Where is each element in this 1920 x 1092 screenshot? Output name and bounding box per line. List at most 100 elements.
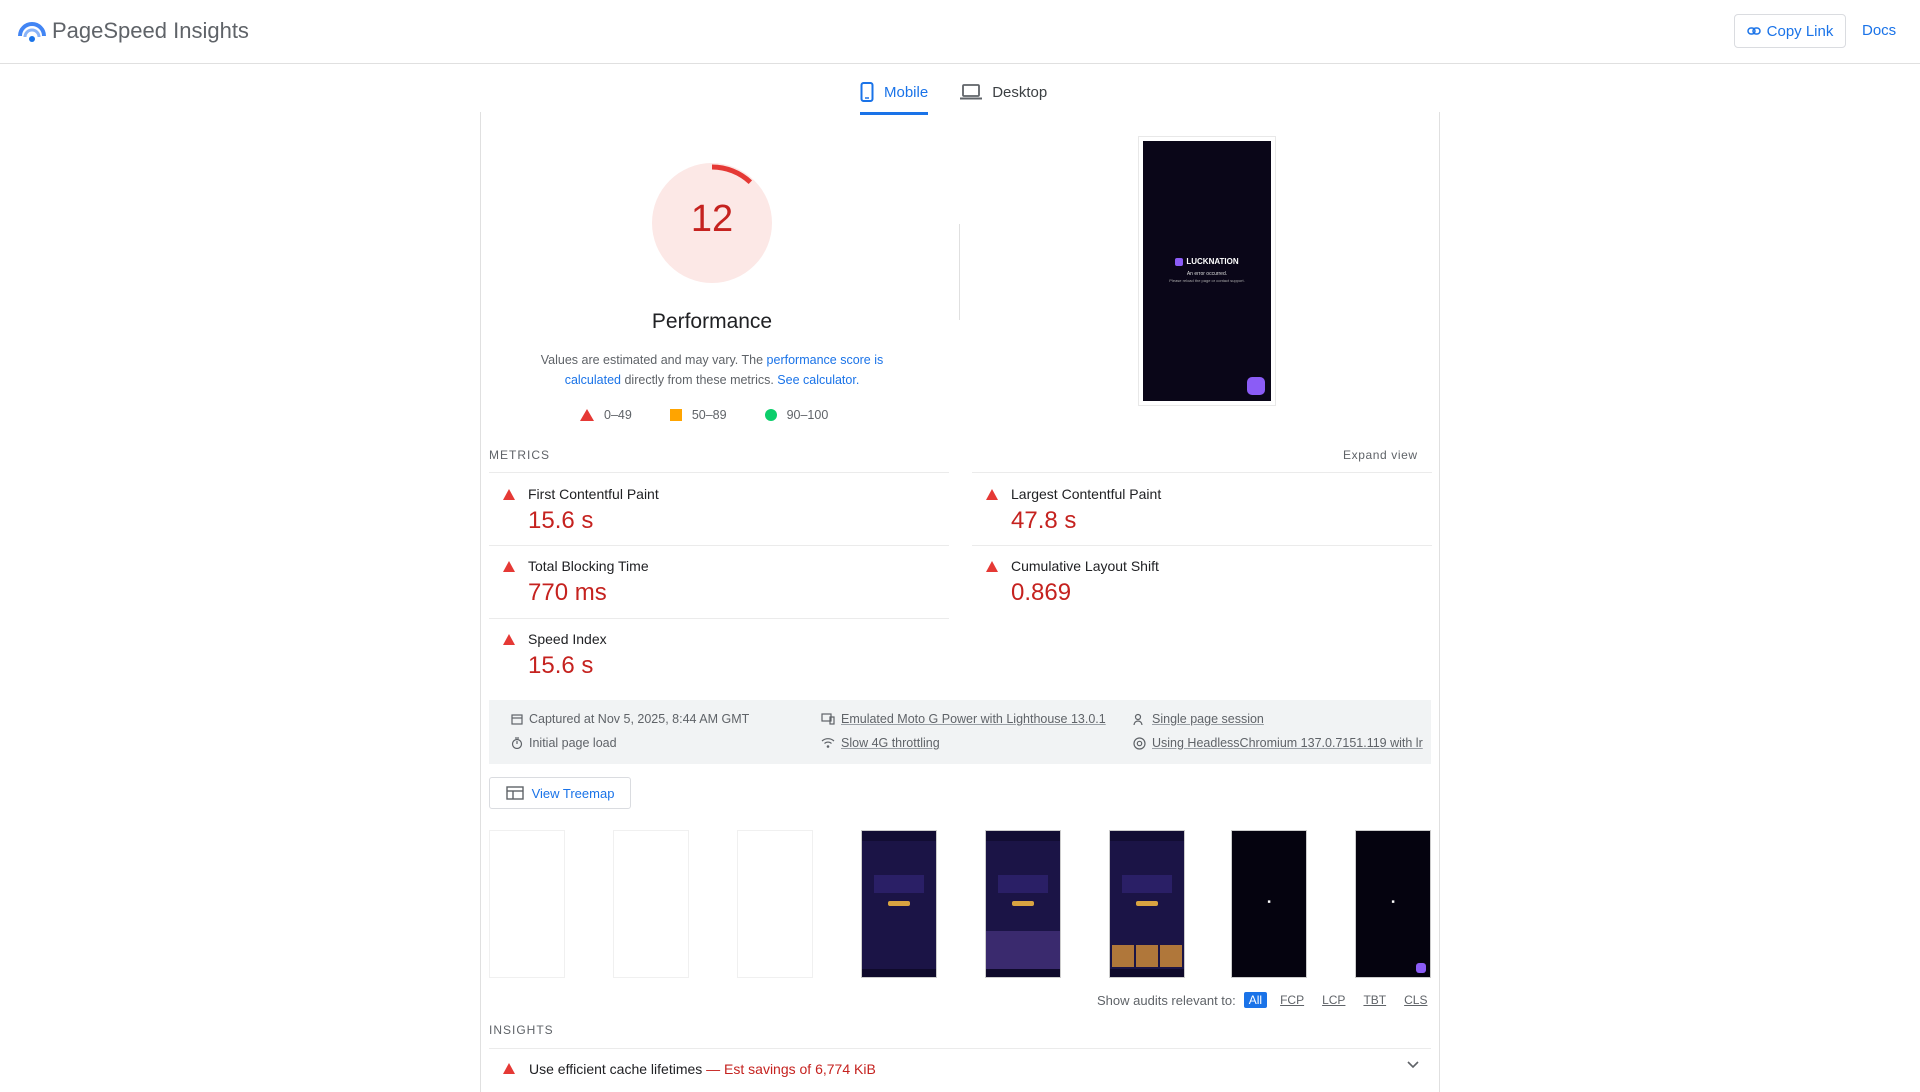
metric-name: Cumulative Layout Shift: [1011, 558, 1159, 574]
calendar-icon: [511, 714, 523, 725]
insight-row[interactable]: Use efficient cache lifetimes — Est savi…: [489, 1048, 1431, 1080]
screenshot-error-title: An error occurred.: [1186, 271, 1228, 277]
view-treemap-button[interactable]: View Treemap: [489, 777, 631, 809]
frame-header: [862, 831, 936, 841]
legend-pass-label: 90–100: [786, 408, 829, 422]
expand-view-button[interactable]: Expand view: [1343, 448, 1418, 462]
fail-triangle-icon: [503, 1063, 515, 1074]
session-type-text: Single page session: [1152, 712, 1264, 726]
pagespeed-logo-icon: [18, 22, 46, 42]
metrics-section-label: METRICS: [489, 448, 550, 462]
filmstrip-frame: [861, 830, 937, 978]
view-treemap-label: View Treemap: [531, 785, 615, 801]
performance-description: Values are estimated and may vary. The p…: [530, 350, 894, 390]
browser-version-text: Using HeadlessChromium 137.0.7151.119 wi…: [1152, 736, 1423, 750]
browser-version[interactable]: Using HeadlessChromium 137.0.7151.119 wi…: [1133, 736, 1423, 750]
metric-largest-contentful-paint: Largest Contentful Paint 47.8 s: [986, 486, 1426, 540]
mobile-phone-icon: [860, 82, 874, 102]
insight-savings: — Est savings of 6,774 KiB: [702, 1061, 876, 1077]
metric-name: First Contentful Paint: [528, 486, 659, 502]
filter-chip-fcp[interactable]: FCP: [1275, 992, 1309, 1008]
desc-prefix: Values are estimated and may vary. The: [540, 353, 767, 367]
metric-value: 47.8 s: [1011, 507, 1077, 534]
fail-triangle-icon: [986, 561, 998, 572]
docs-link[interactable]: Docs: [1862, 22, 1896, 39]
chevron-down-icon[interactable]: [1407, 1061, 1419, 1069]
final-screenshot: LUCKNATION An error occurred. Please rel…: [1138, 136, 1276, 406]
score-legend: 0–49 50–89 90–100: [580, 408, 828, 422]
filter-chip-lcp[interactable]: LCP: [1317, 992, 1350, 1008]
chat-bubble-icon: [1416, 963, 1426, 973]
insights-section-label: INSIGHTS: [489, 1023, 554, 1037]
desc-mid: directly from these metrics.: [621, 373, 778, 387]
initial-page-load-text: Initial page load: [529, 736, 617, 750]
fail-triangle-icon: [503, 634, 515, 645]
filmstrip-frame: [613, 830, 689, 978]
frame-cta: [888, 901, 910, 906]
tab-desktop[interactable]: Desktop: [960, 72, 1047, 112]
frame-brand: ■: [1267, 899, 1271, 905]
session-type[interactable]: Single page session: [1133, 712, 1264, 726]
legend-average-label: 50–89: [691, 408, 727, 422]
metric-name: Total Blocking Time: [528, 558, 649, 574]
frame-image: [986, 931, 1060, 969]
audit-filter: Show audits relevant to: All FCP LCP TBT…: [1097, 992, 1432, 1008]
legend-fail: 0–49: [580, 408, 632, 422]
app-title: PageSpeed Insights: [52, 18, 249, 43]
metrics-divider: [972, 472, 1432, 473]
metrics-divider: [972, 545, 1432, 546]
laptop-icon: [960, 84, 983, 100]
screenshot-error-detail: Please reload the page or contact suppor…: [1169, 278, 1245, 283]
metric-value: 770 ms: [528, 579, 607, 606]
frame-cta: [1136, 901, 1158, 906]
frame-header: [986, 831, 1060, 841]
fail-triangle-icon: [503, 489, 515, 500]
fail-triangle-icon: [986, 489, 998, 500]
person-icon: [1133, 713, 1143, 725]
network-throttling[interactable]: Slow 4G throttling: [821, 736, 940, 750]
top-bar: PageSpeed Insights Copy Link Docs: [0, 0, 1920, 64]
metric-cumulative-layout-shift: Cumulative Layout Shift 0.869: [986, 558, 1426, 612]
timer-icon: [511, 737, 523, 749]
captured-at-text: Captured at Nov 5, 2025, 8:44 AM GMT: [529, 712, 750, 726]
filmstrip-frame: [985, 830, 1061, 978]
metric-name: Speed Index: [528, 631, 607, 647]
tab-mobile[interactable]: Mobile: [860, 72, 929, 115]
metrics-divider: [489, 545, 949, 546]
filmstrip-frame: [737, 830, 813, 978]
filter-chip-all[interactable]: All: [1243, 992, 1268, 1008]
legend-pass: 90–100: [764, 408, 829, 422]
filter-chip-tbt[interactable]: TBT: [1358, 992, 1391, 1008]
frame-hero: [874, 875, 924, 893]
frame-brand: ■: [1391, 899, 1395, 905]
metrics-divider: [489, 618, 949, 619]
metric-value: 15.6 s: [528, 652, 594, 679]
metric-speed-index: Speed Index 15.6 s: [503, 631, 943, 685]
emulated-device-text: Emulated Moto G Power with Lighthouse 13…: [841, 712, 1106, 726]
metrics-divider: [489, 472, 949, 473]
frame-header: [1110, 831, 1184, 841]
emulated-device[interactable]: Emulated Moto G Power with Lighthouse 13…: [821, 712, 1106, 726]
brand-logo-icon: [1175, 257, 1184, 266]
performance-title: Performance: [651, 310, 773, 333]
frame-nav: [862, 969, 936, 977]
legend-average: 50–89: [669, 408, 727, 422]
load-filmstrip: ■ ■: [489, 830, 1431, 978]
filmstrip-frame: ■: [1355, 830, 1431, 978]
insight-text: Use efficient cache lifetimes — Est savi…: [529, 1061, 876, 1077]
frame-hero: [1122, 875, 1172, 893]
audit-filter-label: Show audits relevant to:: [1097, 992, 1236, 1008]
summary-divider: [959, 224, 960, 320]
devices-icon: [821, 713, 835, 725]
frame-thumbnails: [1112, 945, 1182, 967]
filter-chip-cls[interactable]: CLS: [1399, 992, 1432, 1008]
network-throttling-text: Slow 4G throttling: [841, 736, 940, 750]
screenshot-brand: LUCKNATION: [1143, 257, 1271, 266]
copy-link-button[interactable]: Copy Link: [1734, 14, 1846, 48]
fail-triangle-icon: [580, 409, 594, 421]
frame-cta: [1012, 901, 1034, 906]
filmstrip-frame: [1109, 830, 1185, 978]
chat-bubble-icon: [1247, 377, 1265, 395]
see-calculator-link[interactable]: See calculator.: [777, 373, 859, 387]
legend-fail-label: 0–49: [604, 408, 632, 422]
